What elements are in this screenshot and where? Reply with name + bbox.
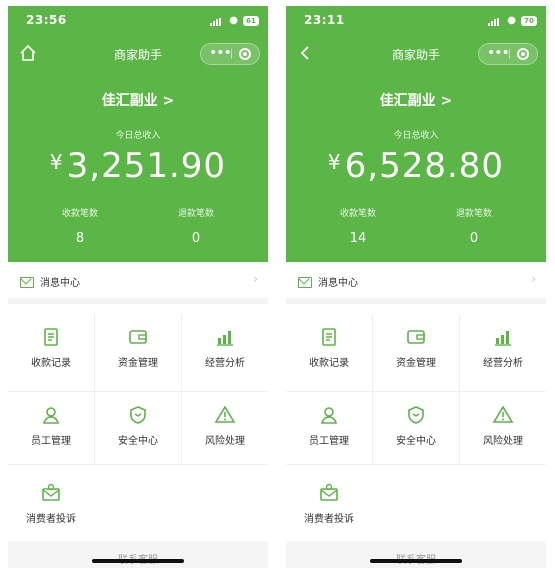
menu-label: 资金管理 — [396, 358, 436, 369]
complaint-icon — [42, 483, 60, 501]
store-name-link[interactable]: 佳汇副业 > — [286, 90, 546, 110]
person-icon — [320, 407, 338, 424]
today-income-label: 今日总收入 — [393, 131, 439, 141]
mini-program-capsule[interactable]: ••• — [200, 43, 260, 65]
amount-value: 6,528.80 — [344, 146, 505, 186]
stat-value: 0 — [469, 231, 479, 246]
stat-value: 0 — [191, 231, 201, 246]
message-center-row[interactable]: 消息中心 › — [286, 266, 546, 304]
wallet-icon — [407, 330, 425, 344]
menu-label: 消费者投诉 — [304, 514, 354, 525]
mini-program-capsule[interactable]: ••• — [478, 43, 538, 65]
income-header: 23:11 ● 70 商家助手 ••• 佳汇副业 > 今日总收入 ¥6,528.… — [286, 6, 546, 262]
menu-label: 安全中心 — [118, 436, 158, 447]
menu-item-analysis[interactable]: 经营分析 — [460, 314, 546, 392]
menu-label: 安全中心 — [396, 436, 436, 447]
menu-item-risk[interactable]: 风险处理 — [182, 392, 268, 470]
menu-label: 经营分析 — [205, 358, 245, 369]
bar-chart-icon — [217, 331, 233, 346]
income-header: 23:56 ● 61 商家助手 ••• 佳汇副业 > 今日总收入 ¥3,251.… — [8, 6, 268, 262]
menu-label: 员工管理 — [31, 436, 71, 447]
status-time: 23:11 — [304, 13, 345, 27]
menu-label: 资金管理 — [118, 358, 158, 369]
bar-chart-icon — [495, 331, 511, 346]
currency-symbol: ¥ — [49, 150, 63, 174]
menu-label: 风险处理 — [483, 436, 523, 447]
stat-label: 收款笔数 — [61, 209, 98, 219]
receipt-icon — [322, 328, 336, 346]
menu-item-security[interactable]: 安全中心 — [373, 392, 459, 470]
home-indicator — [370, 559, 462, 563]
currency-symbol: ¥ — [327, 150, 341, 174]
status-bar: 23:11 ● 70 — [286, 6, 546, 34]
today-income-amount: ¥6,528.80 — [286, 146, 546, 186]
battery-icon: 70 — [521, 16, 537, 26]
wifi-icon: ● — [229, 15, 238, 26]
payment-count-stat[interactable]: 收款笔数 14 — [308, 206, 408, 246]
menu-label: 经营分析 — [483, 358, 523, 369]
menu-item-funds[interactable]: 资金管理 — [95, 314, 181, 392]
refund-count-stat[interactable]: 退款笔数 0 — [424, 206, 524, 246]
complaint-icon — [320, 483, 338, 501]
menu-label: 收款记录 — [31, 358, 71, 369]
person-icon — [42, 407, 60, 424]
nav-bar: 商家助手 ••• — [8, 36, 268, 72]
menu-item-staff[interactable]: 员工管理 — [8, 392, 94, 470]
close-target-icon[interactable] — [517, 48, 529, 60]
status-bar: 23:56 ● 61 — [8, 6, 268, 34]
refund-count-stat[interactable]: 退款笔数 0 — [146, 206, 246, 246]
menu-item-complaints[interactable]: 消费者投诉 — [286, 470, 372, 548]
payment-count-stat[interactable]: 收款笔数 8 — [30, 206, 130, 246]
signal-icon — [210, 18, 224, 26]
stat-label: 退款笔数 — [177, 209, 214, 219]
menu-item-complaints[interactable]: 消费者投诉 — [8, 470, 94, 548]
nav-bar: 商家助手 ••• — [286, 36, 546, 72]
mail-icon — [20, 277, 34, 288]
more-icon[interactable]: ••• — [487, 43, 510, 63]
message-center-label: 消息中心 — [318, 278, 358, 289]
today-income-amount: ¥3,251.90 — [8, 146, 268, 186]
menu-item-risk[interactable]: 风险处理 — [460, 392, 546, 470]
message-center-label: 消息中心 — [40, 278, 80, 289]
stat-label: 收款笔数 — [339, 209, 376, 219]
menu-item-staff[interactable]: 员工管理 — [286, 392, 372, 470]
battery-icon: 61 — [243, 16, 259, 26]
contact-support-bar[interactable]: 联系客服 — [286, 541, 546, 568]
menu-item-receipts[interactable]: 收款记录 — [286, 314, 372, 392]
more-icon[interactable]: ••• — [209, 43, 232, 63]
phone-screen-1: 23:56 ● 61 商家助手 ••• 佳汇副业 > 今日总收入 ¥3,251.… — [8, 6, 268, 568]
receipt-icon — [44, 328, 58, 346]
phone-screen-2: 23:11 ● 70 商家助手 ••• 佳汇副业 > 今日总收入 ¥6,528.… — [286, 6, 546, 568]
amount-value: 3,251.90 — [66, 146, 227, 186]
menu-item-receipts[interactable]: 收款记录 — [8, 314, 94, 392]
stat-value: 14 — [349, 231, 367, 246]
stat-label: 退款笔数 — [455, 209, 492, 219]
menu-label: 风险处理 — [205, 436, 245, 447]
warning-icon — [214, 405, 236, 423]
store-name-link[interactable]: 佳汇副业 > — [8, 90, 268, 110]
message-center-row[interactable]: 消息中心 › — [8, 266, 268, 304]
menu-label: 收款记录 — [309, 358, 349, 369]
wifi-icon: ● — [507, 15, 516, 26]
shield-icon — [408, 406, 424, 424]
signal-icon — [488, 18, 502, 26]
mail-icon — [298, 277, 312, 288]
shield-icon — [130, 406, 146, 424]
menu-label: 消费者投诉 — [26, 514, 76, 525]
home-indicator — [92, 559, 184, 563]
menu-label: 员工管理 — [309, 436, 349, 447]
menu-item-funds[interactable]: 资金管理 — [373, 314, 459, 392]
chevron-right-icon: › — [253, 272, 258, 286]
chevron-right-icon: › — [531, 272, 536, 286]
contact-support-bar[interactable]: 联系客服 — [8, 541, 268, 568]
status-time: 23:56 — [26, 13, 67, 27]
menu-item-analysis[interactable]: 经营分析 — [182, 314, 268, 392]
today-income-label: 今日总收入 — [115, 131, 161, 141]
menu-item-security[interactable]: 安全中心 — [95, 392, 181, 470]
wallet-icon — [129, 330, 147, 344]
stat-value: 8 — [75, 231, 85, 246]
close-target-icon[interactable] — [239, 48, 251, 60]
warning-icon — [492, 405, 514, 423]
